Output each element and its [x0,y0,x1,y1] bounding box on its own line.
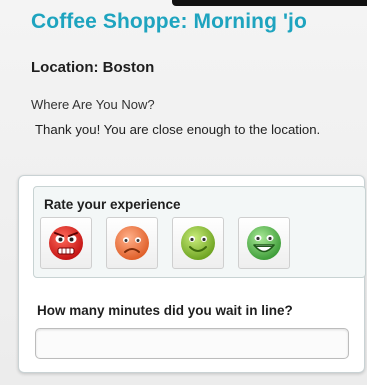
page-title: Coffee Shoppe: Morning 'jo [31,10,307,33]
rating-option-sad[interactable] [106,217,158,269]
location-status-message: Thank you! You are close enough to the l… [35,122,321,137]
location-label: Location: Boston [31,59,155,76]
rating-option-angry[interactable] [40,217,92,269]
status-bar-edge [172,0,367,6]
rating-title: Rate your experience [44,197,181,212]
wait-time-label: How many minutes did you wait in line? [37,303,293,318]
angry-face-icon [49,226,83,260]
rating-option-happy[interactable] [172,217,224,269]
grinning-face-icon [247,226,281,260]
survey-card: Rate your experience How many minutes di… [18,175,366,373]
sad-face-icon [115,226,149,260]
rating-option-grinning[interactable] [238,217,290,269]
where-are-you-label: Where Are You Now? [31,97,155,112]
wait-time-input[interactable] [35,328,349,359]
rating-options [40,217,290,269]
wait-time-section: How many minutes did you wait in line? [29,291,360,361]
rating-section: Rate your experience [33,186,366,278]
happy-face-icon [181,226,215,260]
